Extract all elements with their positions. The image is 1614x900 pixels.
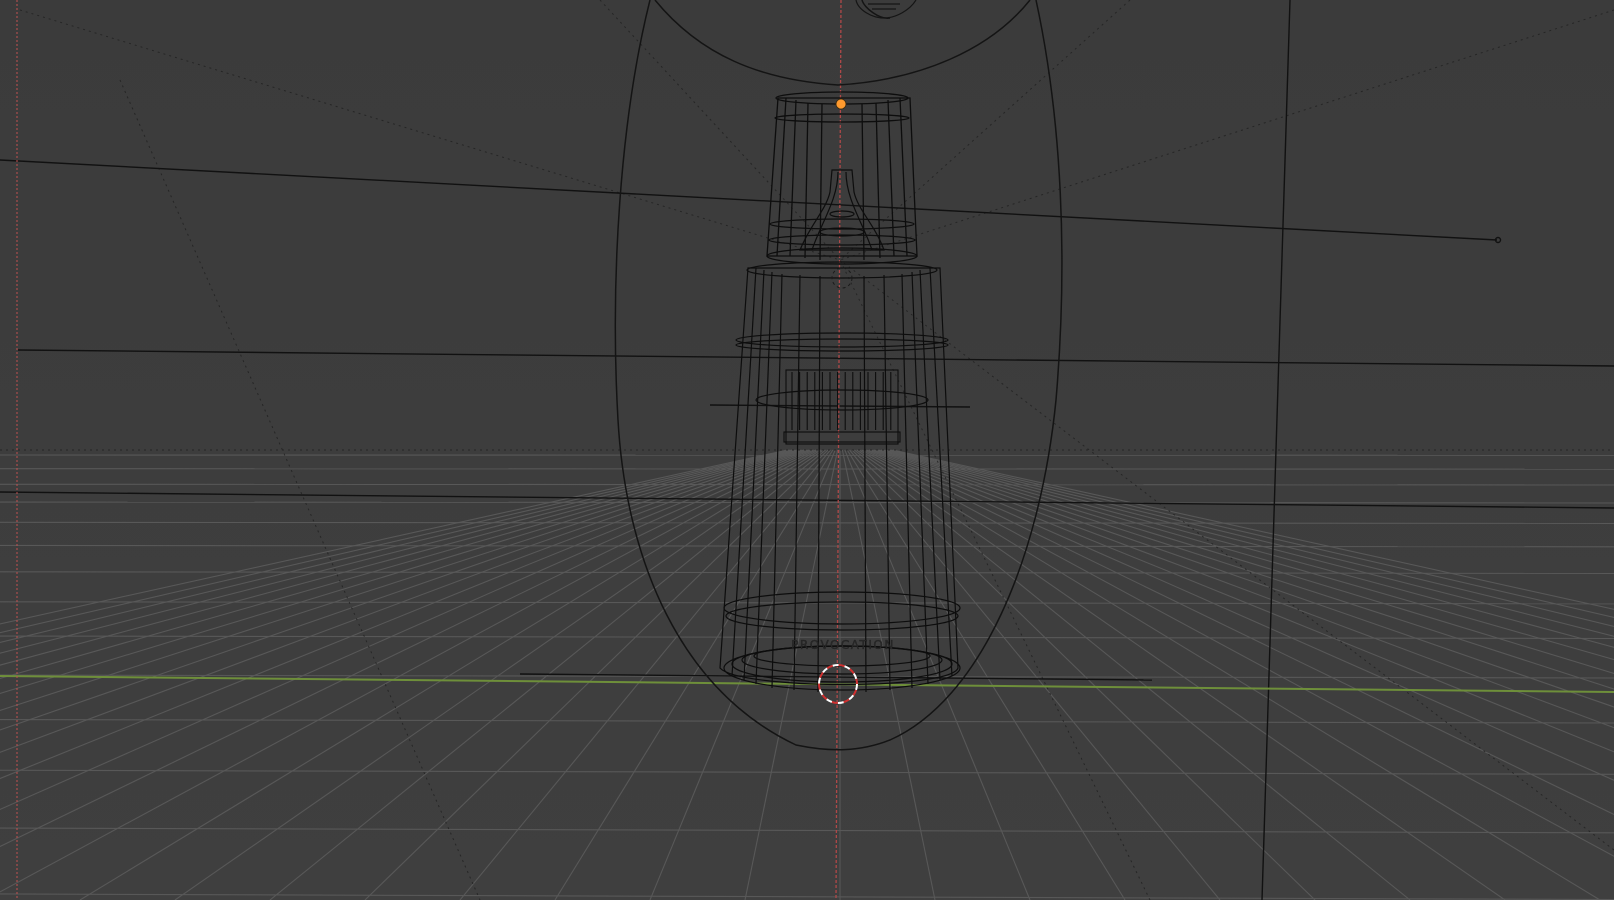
object-origin-icon[interactable] (835, 98, 847, 110)
grid-line (0, 483, 1614, 486)
bottle-brand-text: PROVOCATION (791, 638, 895, 652)
3d-viewport[interactable]: PROVOCATION (0, 0, 1614, 900)
